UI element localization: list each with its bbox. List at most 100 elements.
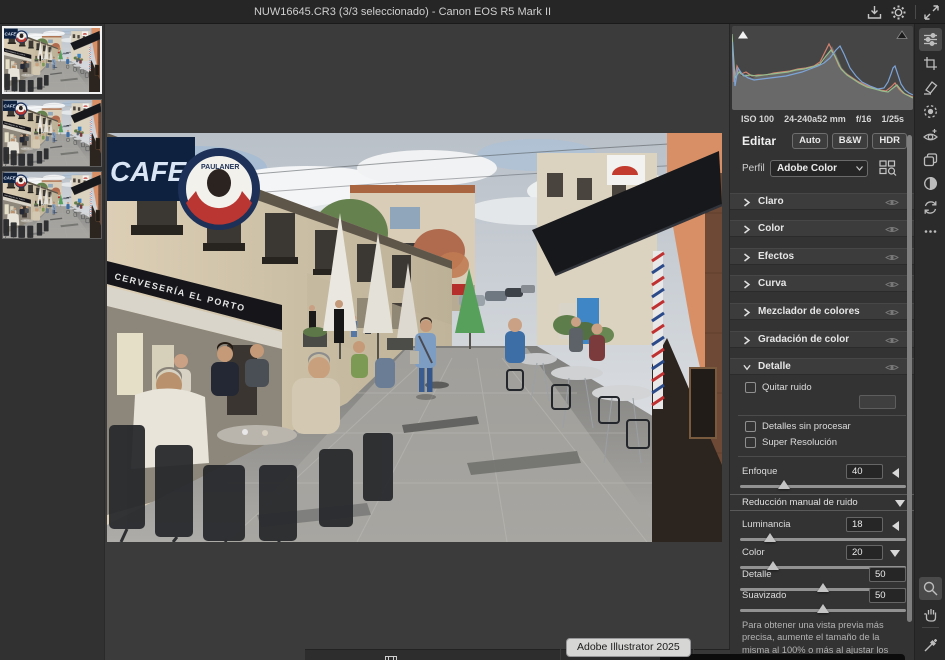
filmstrip-toggle-icon[interactable] <box>385 651 397 659</box>
refresh-compare-button[interactable] <box>919 196 942 219</box>
luminance-value-input[interactable]: 18 <box>846 517 883 532</box>
dock-strip-segment <box>305 649 560 660</box>
eye-icon[interactable] <box>885 198 899 207</box>
presets-button[interactable] <box>919 148 942 171</box>
thumbnail-2[interactable] <box>2 99 102 167</box>
tools-toolbar <box>914 24 945 660</box>
auto-button[interactable]: Auto <box>792 133 828 149</box>
shadow-clipping-icon[interactable] <box>737 30 749 40</box>
raw-details-checkbox[interactable] <box>745 421 756 432</box>
slider-thumb[interactable] <box>778 480 790 489</box>
slider-track[interactable] <box>740 485 906 488</box>
section-curva[interactable]: Curva <box>730 275 915 292</box>
color-nr-row: Color 20 <box>730 546 915 560</box>
chevron-right-icon <box>743 225 751 234</box>
refresh-icon <box>922 199 939 216</box>
manual-noise-reduction-header[interactable]: Reducción manual de ruido <box>730 494 915 511</box>
split-circle-icon <box>922 175 939 192</box>
section-claro[interactable]: Claro <box>730 193 915 210</box>
denoise-checkbox[interactable] <box>745 382 756 393</box>
main-photo[interactable] <box>107 133 722 542</box>
panel-scrollbar[interactable] <box>907 135 912 622</box>
sharpen-slider[interactable] <box>740 480 906 491</box>
save-download-icon[interactable] <box>866 4 883 21</box>
disclosure-left-icon[interactable] <box>892 468 899 478</box>
app-tooltip: Adobe Illustrator 2025 <box>566 638 691 657</box>
section-efectos[interactable]: Efectos <box>730 248 915 265</box>
section-label: Detalle <box>758 361 791 372</box>
section-label: Color <box>758 223 784 234</box>
section-color[interactable]: Color <box>730 220 915 237</box>
hand-tool-button[interactable] <box>919 602 942 625</box>
section-mezclador[interactable]: Mezclador de colores <box>730 303 915 320</box>
edit-header: Editar Auto B&W HDR <box>730 132 915 152</box>
profile-label: Perfil <box>742 163 765 174</box>
disclosure-left-icon[interactable] <box>892 521 899 531</box>
chevron-right-icon <box>743 280 751 289</box>
dock-item <box>660 654 905 660</box>
chevron-down-icon <box>743 363 751 372</box>
crop-tool-button[interactable] <box>919 52 942 75</box>
luminance-slider[interactable] <box>740 533 906 544</box>
more-tools-button[interactable] <box>919 220 942 243</box>
fullscreen-icon[interactable] <box>923 4 940 21</box>
highlight-clipping-icon[interactable] <box>896 30 908 40</box>
smoothing-value-input[interactable]: 50 <box>869 588 906 603</box>
hand-icon <box>922 605 939 622</box>
color-nr-value-input[interactable]: 20 <box>846 545 883 560</box>
profile-value: Adobe Color <box>777 163 837 174</box>
raw-details-label: Detalles sin procesar <box>762 421 851 432</box>
profile-browser-icon[interactable] <box>879 160 897 176</box>
slider-thumb[interactable] <box>764 533 776 542</box>
thumbnail-3[interactable] <box>2 171 102 239</box>
profile-dropdown[interactable]: Adobe Color <box>770 160 868 177</box>
color-sampler-button[interactable] <box>919 634 942 657</box>
sharpen-label: Enfoque <box>742 466 777 477</box>
bw-button[interactable]: B&W <box>832 133 869 149</box>
chevron-down-icon <box>856 166 863 171</box>
thumbnail-1[interactable] <box>2 26 102 94</box>
eraser-icon <box>922 79 939 96</box>
masking-tool-button[interactable] <box>919 100 942 123</box>
edit-tool-button[interactable] <box>919 28 942 51</box>
red-eye-tool-button[interactable] <box>919 124 942 147</box>
red-eye-icon <box>922 127 939 144</box>
camera-raw-window: NUW16645.CR3 (3/3 seleccionado) - Canon … <box>0 0 945 660</box>
mask-circle-icon <box>922 103 939 120</box>
disclosure-down-icon[interactable] <box>890 550 900 557</box>
exif-iso: ISO 100 <box>741 112 774 126</box>
edit-panel: ISO 100 24-240a52 mm f/16 1/25s Editar A… <box>729 24 914 660</box>
super-resolution-checkbox[interactable] <box>745 437 756 448</box>
settings-gear-icon[interactable] <box>890 4 907 21</box>
exif-row: ISO 100 24-240a52 mm f/16 1/25s <box>730 112 915 126</box>
presets-icon <box>922 151 939 168</box>
eye-icon[interactable] <box>885 253 899 262</box>
healing-tool-button[interactable] <box>919 76 942 99</box>
sharpen-value-input[interactable]: 40 <box>846 464 883 479</box>
preview-split-button[interactable] <box>919 172 942 195</box>
eye-icon[interactable] <box>885 280 899 289</box>
denoise-amount-box[interactable] <box>859 395 896 409</box>
eye-icon[interactable] <box>885 225 899 234</box>
manual-nr-title: Reducción manual de ruido <box>742 497 858 508</box>
hdr-button[interactable]: HDR <box>872 133 907 149</box>
slider-thumb[interactable] <box>817 604 829 613</box>
chevron-right-icon <box>743 253 751 262</box>
section-detalle[interactable]: Detalle <box>730 358 915 375</box>
section-label: Mezclador de colores <box>758 306 860 317</box>
nr-detail-label: Detalle <box>742 569 772 580</box>
section-gradacion[interactable]: Gradación de color <box>730 331 915 348</box>
sharpen-row: Enfoque 40 <box>730 465 915 479</box>
exif-shutter: 1/25s <box>881 112 904 126</box>
disclosure-down-icon[interactable] <box>895 500 905 507</box>
chevron-right-icon <box>743 336 751 345</box>
eye-icon[interactable] <box>885 336 899 345</box>
eye-icon[interactable] <box>885 363 899 372</box>
eye-icon[interactable] <box>885 308 899 317</box>
histogram[interactable] <box>732 26 913 110</box>
smoothing-slider[interactable] <box>740 604 906 615</box>
zoom-tool-button[interactable] <box>919 577 942 600</box>
smoothing-row: Suavizado 50 <box>730 589 915 603</box>
nr-detail-value-input[interactable]: 50 <box>869 567 906 582</box>
denoise-label: Quitar ruido <box>762 382 812 393</box>
